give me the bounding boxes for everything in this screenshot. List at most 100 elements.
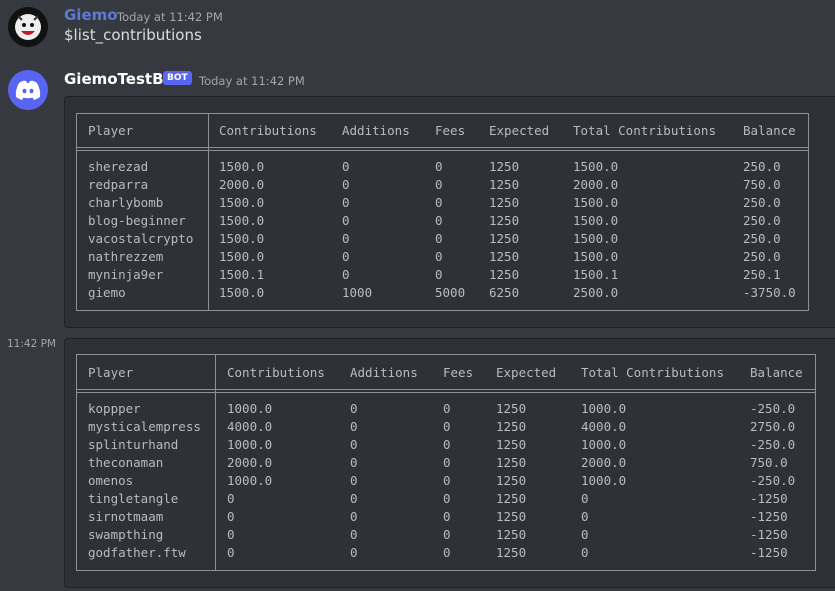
column-header-total-contributions: Total Contributions <box>581 365 724 380</box>
code-block-1: Player Contributions Additions Fees Expected… <box>64 96 835 328</box>
cell-total-contributions: 2000.0 <box>581 455 627 470</box>
cell-contributions: 1000.0 <box>227 437 273 452</box>
cell-additions: 0 <box>350 419 358 434</box>
column-separator <box>215 355 216 570</box>
cell-contributions: 0 <box>227 527 235 542</box>
cell-expected: 1250 <box>496 419 527 434</box>
cell-additions: 0 <box>350 437 358 452</box>
cell-contributions: 2000.0 <box>219 177 265 192</box>
column-header-contributions: Contributions <box>219 123 317 138</box>
bot-avatar[interactable] <box>8 70 48 110</box>
cell-total-contributions: 0 <box>581 509 589 524</box>
cell-balance: 250.0 <box>743 213 781 228</box>
header-separator <box>77 389 815 390</box>
cell-additions: 0 <box>342 177 350 192</box>
cell-player: charlybomb <box>88 195 164 210</box>
cell-balance: 250.0 <box>743 231 781 246</box>
cell-player: redparra <box>88 177 149 192</box>
cell-additions: 0 <box>350 473 358 488</box>
cell-total-contributions: 1000.0 <box>581 437 627 452</box>
cell-expected: 1250 <box>496 401 527 416</box>
cell-additions: 0 <box>342 159 350 174</box>
cell-total-contributions: 0 <box>581 527 589 542</box>
cell-contributions: 2000.0 <box>227 455 273 470</box>
cell-total-contributions: 1500.0 <box>573 195 619 210</box>
cell-total-contributions: 1000.0 <box>581 401 627 416</box>
column-separator <box>208 114 209 310</box>
cell-additions: 0 <box>350 527 358 542</box>
cell-contributions: 1500.0 <box>219 213 265 228</box>
cell-player: theconaman <box>88 455 164 470</box>
cell-fees: 0 <box>443 509 451 524</box>
cell-fees: 0 <box>443 473 451 488</box>
cell-contributions: 1500.1 <box>219 267 265 282</box>
column-header-player: Player <box>88 365 134 380</box>
cell-additions: 0 <box>342 231 350 246</box>
cell-balance: -3750.0 <box>743 285 796 300</box>
cell-fees: 0 <box>443 419 451 434</box>
cell-additions: 0 <box>342 195 350 210</box>
cell-fees: 0 <box>443 437 451 452</box>
user-avatar[interactable] <box>8 7 48 47</box>
cell-total-contributions: 0 <box>581 491 589 506</box>
bot-badge: BOT <box>163 71 192 85</box>
cell-total-contributions: 2500.0 <box>573 285 619 300</box>
cell-fees: 0 <box>443 527 451 542</box>
cell-contributions: 1000.0 <box>227 473 273 488</box>
cell-player: vacostalcrypto <box>88 231 194 246</box>
cell-player: blog-beginner <box>88 213 186 228</box>
cell-balance: 250.0 <box>743 195 781 210</box>
message-content: $list_contributions <box>64 26 202 44</box>
cell-contributions: 1500.0 <box>219 231 265 246</box>
cell-fees: 0 <box>435 267 443 282</box>
column-header-player: Player <box>88 123 134 138</box>
cell-contributions: 1500.0 <box>219 159 265 174</box>
cell-total-contributions: 1500.0 <box>573 249 619 264</box>
cell-player: omenos <box>88 473 134 488</box>
cell-player: sirnotmaam <box>88 509 164 524</box>
cell-player: giemo <box>88 285 126 300</box>
cell-player: splinturhand <box>88 437 179 452</box>
cell-additions: 0 <box>350 455 358 470</box>
cell-player: swampthing <box>88 527 164 542</box>
column-header-balance: Balance <box>743 123 796 138</box>
cell-additions: 0 <box>350 401 358 416</box>
cell-additions: 0 <box>342 267 350 282</box>
cell-player: sherezad <box>88 159 149 174</box>
cell-balance: 750.0 <box>743 177 781 192</box>
cell-expected: 6250 <box>489 285 520 300</box>
cell-player: nathrezzem <box>88 249 164 264</box>
message-timestamp: Today at 11:42 PM <box>117 10 223 24</box>
cell-player: myninja9er <box>88 267 164 282</box>
cell-total-contributions: 4000.0 <box>581 419 627 434</box>
header-separator <box>77 392 815 393</box>
cell-player: mysticalempress <box>88 419 201 434</box>
cell-additions: 0 <box>342 213 350 228</box>
cell-expected: 1250 <box>489 249 520 264</box>
header-separator <box>77 150 808 151</box>
cell-fees: 0 <box>443 455 451 470</box>
cell-balance: -1250 <box>750 491 788 506</box>
cell-player: godfather.ftw <box>88 545 186 560</box>
cell-additions: 0 <box>350 491 358 506</box>
code-block-2: Player Contributions Additions Fees Expected… <box>64 338 835 588</box>
cell-balance: 750.0 <box>750 455 788 470</box>
cell-expected: 1250 <box>496 527 527 542</box>
cell-additions: 0 <box>350 545 358 560</box>
cell-additions: 1000 <box>342 285 373 300</box>
cell-fees: 0 <box>435 195 443 210</box>
cell-balance: -1250 <box>750 509 788 524</box>
cell-fees: 0 <box>435 213 443 228</box>
message-author-giemo[interactable]: Giemo <box>64 6 118 24</box>
cell-expected: 1250 <box>489 195 520 210</box>
cell-contributions: 1500.0 <box>219 195 265 210</box>
cell-player: koppper <box>88 401 141 416</box>
cell-total-contributions: 0 <box>581 545 589 560</box>
discord-logo-icon <box>15 80 41 100</box>
column-header-balance: Balance <box>750 365 803 380</box>
cell-balance: -250.0 <box>750 437 796 452</box>
cell-contributions: 1000.0 <box>227 401 273 416</box>
column-header-expected: Expected <box>496 365 557 380</box>
cell-fees: 0 <box>443 401 451 416</box>
clown-avatar-icon <box>8 7 48 47</box>
